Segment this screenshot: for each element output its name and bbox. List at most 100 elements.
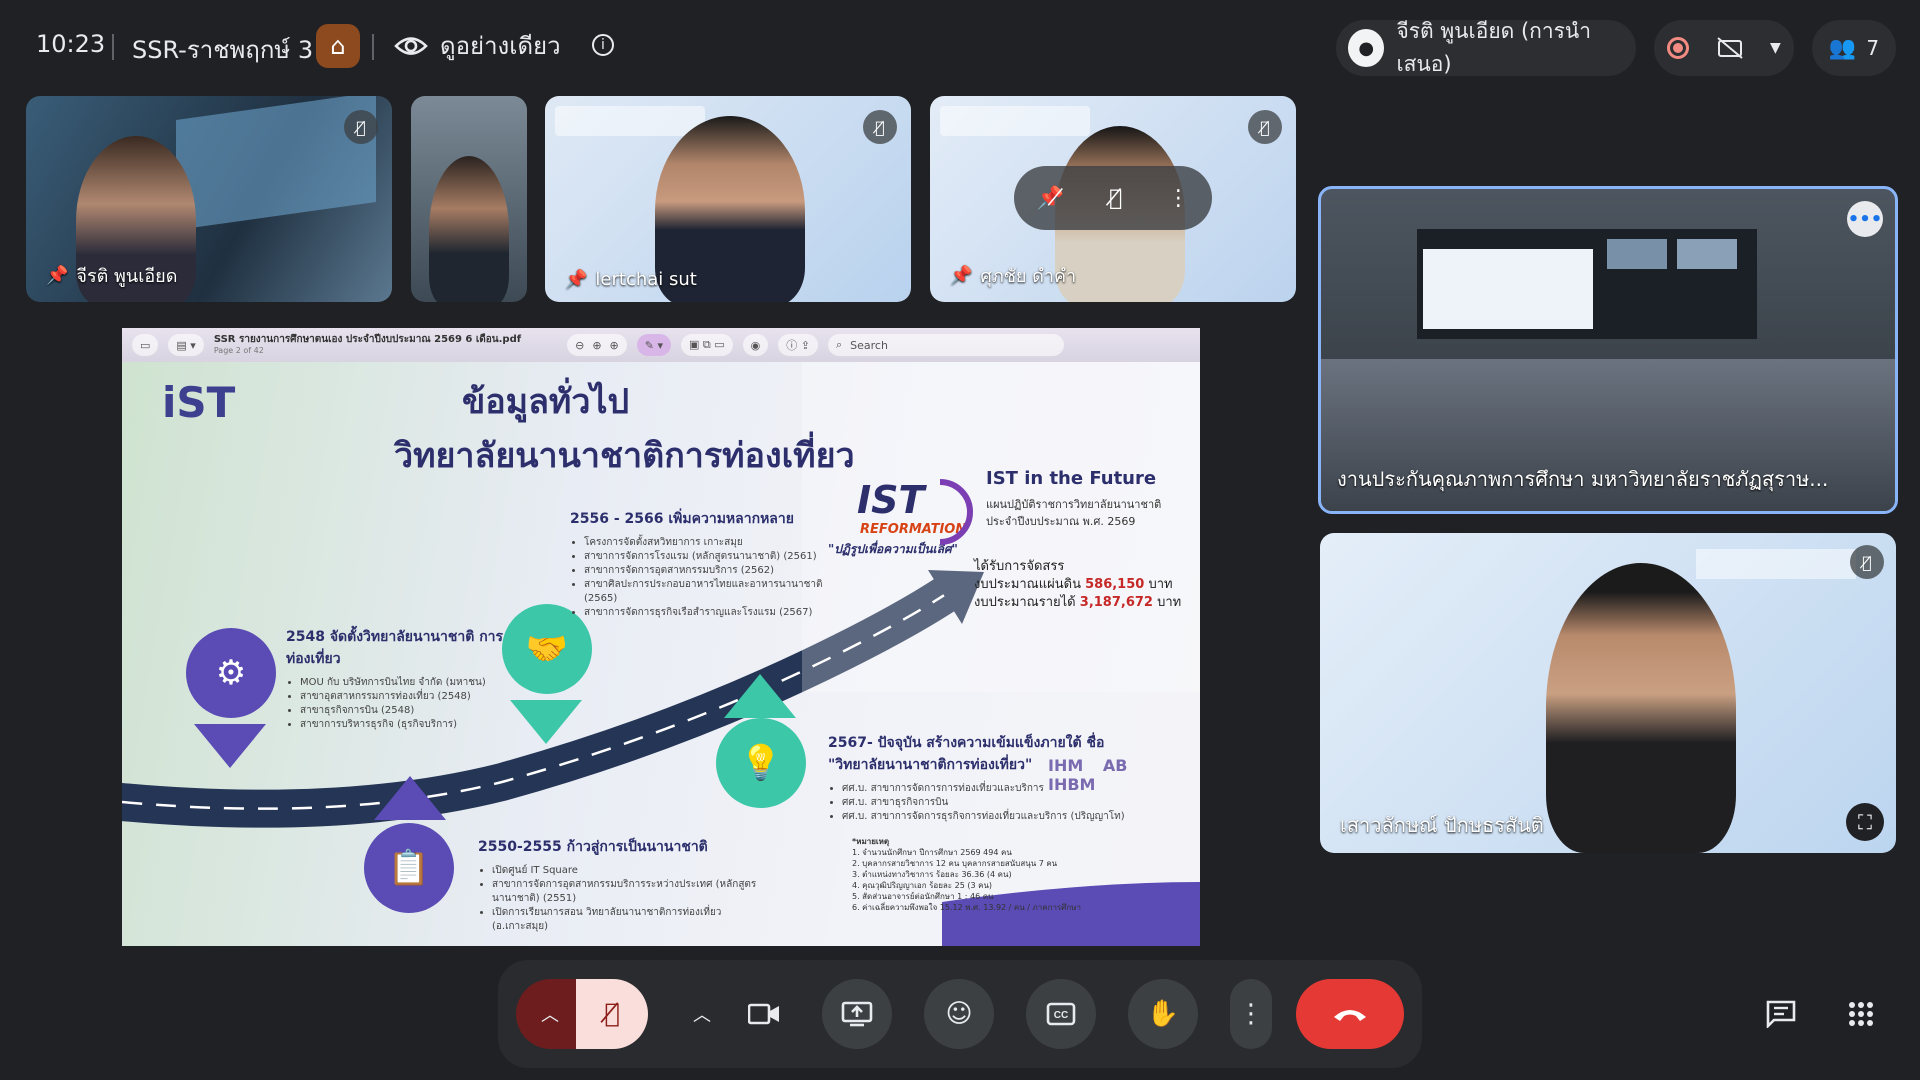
participant-name: 📌 lertchai sut [565,269,697,290]
video-options-button[interactable]: ︿ [672,979,732,1049]
participant-name: งานประกันคุณภาพการศึกษา มหาวิทยาลัยราชภั… [1337,467,1829,491]
reactions-button[interactable]: ☺ [924,979,994,1049]
chevron-up-icon: ︿ [541,1005,559,1026]
hand-icon: ✋ [1146,999,1180,1029]
pdf-search[interactable]: ⌕ Search [827,334,1064,356]
annotate-icon[interactable]: ◉ [742,334,769,356]
tile-hover-controls[interactable]: 📌̸ 🎙̸ ⋮ [1014,166,1212,230]
milestone-2556: 2556 - 2566 เพิ่มความหลากหลาย โครงการจัด… [570,508,850,620]
shared-screen: ▭ ▤ ▾ SSR รายงานการศึกษาตนเอง ประจำปีงบป… [122,328,1200,946]
budget-block: ได้รับการจัดสรร งบประมาณแผ่นดิน 586,150 … [974,559,1182,610]
presenter-name: จีรติ พูนเอียด (การนำเสนอ) [1396,19,1592,76]
milestone-2548: 2548 จัดตั้งวิทยาลัยนานาชาติ การท่องเที่… [286,626,516,732]
ist-swoosh [939,479,973,545]
apps-button[interactable] [1826,979,1896,1049]
participant-count: 7 [1866,36,1880,60]
more-icon[interactable]: ⋮ [1167,186,1189,211]
zoom-controls[interactable]: ⊖ ⊕ ⊕ [567,334,627,356]
unpin-icon[interactable]: 📌̸ [1037,186,1064,211]
end-call-button[interactable] [1296,979,1404,1049]
up-arrow-marker [374,776,446,820]
more-options-button[interactable]: ⋮ [1230,979,1272,1049]
mic-off-icon: 🎙̸ [863,110,897,144]
chevron-down-icon[interactable]: ▼ [1770,40,1781,56]
milestone-2550: 2550-2555 ก้าวสู่การเป็นนานาชาติ เปิดศูน… [478,836,778,934]
participant-tile[interactable]: 🎙̸ ⛶ เสาวลักษณ์ ปักษธรสันติ [1320,533,1896,853]
raise-hand-button[interactable]: ✋ [1128,979,1198,1049]
mic-toggle-button[interactable]: 🎙̸ [576,979,648,1049]
participant-video [429,156,509,302]
ist-logo: iST [162,378,236,427]
participant-name: เสาวลักษณ์ ปักษธรสันติ [1340,813,1544,837]
markup-button[interactable]: ✎ ▾ [636,334,671,356]
clipboard-icon: 📋 [364,823,454,913]
view-only-label: ดูอย่างเดียว [440,32,561,60]
participant-tile[interactable] [411,96,527,302]
mic-off-icon: 🎙̸ [1850,545,1884,579]
ist-reformation-logo: IST [857,478,925,522]
present-button[interactable] [822,979,892,1049]
more-icon: ⋮ [1238,999,1264,1029]
down-arrow-marker [510,700,582,744]
record-icon[interactable] [1667,37,1690,59]
zoom-in-icon[interactable]: ⊕ [592,339,601,352]
captions-icon: CC [1046,1002,1076,1026]
camera-icon [748,1003,779,1025]
future-subtitle: แผนปฏิบัติราชการวิทยาลัยนานาชาติ ประจำปี… [986,498,1162,528]
sidebar-toggle[interactable]: ▭ [132,334,159,356]
mic-off-icon: 🎙̸ [344,110,378,144]
mic-off-icon: 🎙̸ [1248,110,1282,144]
pin-icon: 📌 [565,269,588,290]
participant-tile[interactable]: ••• งานประกันคุณภาพการศึกษา มหาวิทยาลัยร… [1318,186,1898,514]
presenter-chip[interactable]: ● จีรติ พูนเอียด (การนำเสนอ) [1336,19,1636,76]
svg-text:CC: CC [1054,1010,1068,1021]
present-icon [841,1001,873,1027]
mic-off-icon[interactable]: 🎙̸ [1109,186,1122,211]
slide-header [555,106,705,136]
down-arrow-marker [194,724,266,768]
zoom-fit-icon[interactable]: ⊕ [610,339,619,352]
brand-logos: IHM AB IHBM [1048,756,1128,794]
audio-options-button[interactable]: ︿ [516,979,584,1049]
divider [112,34,114,60]
pin-icon: 📌 [950,265,973,286]
edit-tools[interactable]: ▣ ⧉ ▭ [681,334,733,356]
idea-icon: 💡 [716,718,806,808]
participants-button[interactable]: 👥 7 [1812,20,1896,76]
eye-icon [394,36,428,55]
emoji-icon: ☺ [945,999,973,1029]
participant-name: 📌 จีรติ พูนเอียด [46,265,178,287]
top-bar: 10:23 SSR-ราชพฤกษ์ 3 ⌂ ดูอย่างเดียว i ● … [0,0,1920,96]
room-screen [1417,229,1757,339]
participant-name: 📌 ศุภชัย ดำคำ [950,265,1077,287]
building-icon[interactable]: ⌂ [316,24,360,68]
info-icon[interactable]: i [592,34,614,56]
up-arrow-marker [724,674,796,718]
pdf-toolbar: ▭ ▤ ▾ SSR รายงานการศึกษาตนเอง ประจำปีงบป… [122,328,1200,362]
notes-block: *หมายเหตุ 1. จำนวนนักศึกษา ปีการศึกษา 25… [852,837,1081,912]
slide-header [1696,549,1856,579]
camera-button[interactable] [728,979,800,1049]
participant-tile[interactable]: 🎙̸ 📌 จีรติ พูนเอียด [26,96,392,302]
view-toggle[interactable]: ▤ ▾ [168,334,204,356]
recording-controls[interactable]: ▼ [1654,20,1794,76]
chevron-up-icon: ︿ [693,1005,711,1026]
no-camera-icon[interactable] [1716,36,1744,60]
participant-tile[interactable]: 📌̸ 🎙̸ ⋮ 🎙̸ 📌 ศุภชัย ดำคำ [930,96,1296,302]
captions-button[interactable]: CC [1026,979,1096,1049]
chat-button[interactable] [1746,979,1816,1049]
crop-icon[interactable]: ⛶ [1846,803,1884,841]
participant-tile[interactable]: 🎙̸ 📌 lertchai sut [545,96,911,302]
info-share[interactable]: ⓘ ⇪ [778,334,818,356]
people-icon: 👥 [1828,35,1857,61]
more-options-icon[interactable]: ••• [1847,201,1883,237]
divider [372,34,374,60]
meeting-title: SSR-ราชพฤกษ์ 3 [132,36,314,64]
view-only-indicator[interactable]: ดูอย่างเดียว [394,26,561,65]
zoom-out-icon[interactable]: ⊖ [575,339,584,352]
mic-off-icon: 🎙̸ [604,999,620,1029]
apps-icon [1849,1002,1873,1026]
pin-icon: 📌 [46,265,69,286]
pdf-page-label: Page 2 of 42 [213,346,264,355]
clock: 10:23 [36,30,106,58]
